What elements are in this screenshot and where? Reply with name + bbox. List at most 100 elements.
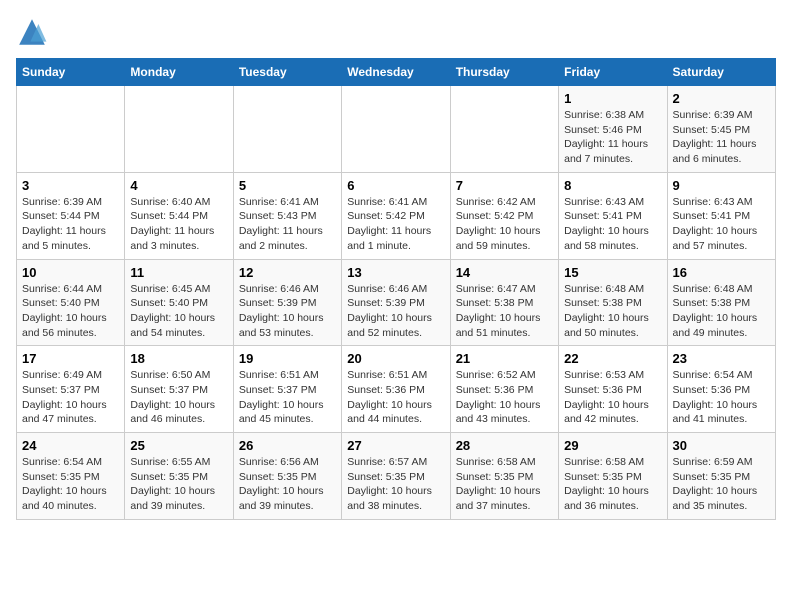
- day-number: 12: [239, 265, 336, 280]
- day-info: Sunrise: 6:39 AM Sunset: 5:45 PM Dayligh…: [673, 108, 770, 167]
- calendar-cell: [233, 86, 341, 173]
- calendar-cell: 8 Sunrise: 6:43 AM Sunset: 5:41 PM Daylig…: [559, 172, 667, 259]
- calendar-cell: 11 Sunrise: 6:45 AM Sunset: 5:40 PM Dayli…: [125, 259, 233, 346]
- header-thursday: Thursday: [450, 59, 558, 86]
- logo-icon: [16, 16, 48, 48]
- calendar-cell: 18 Sunrise: 6:50 AM Sunset: 5:37 PM Dayli…: [125, 346, 233, 433]
- week-row-4: 17 Sunrise: 6:49 AM Sunset: 5:37 PM Dayli…: [17, 346, 776, 433]
- day-number: 25: [130, 438, 227, 453]
- header-tuesday: Tuesday: [233, 59, 341, 86]
- page-header: [16, 16, 776, 48]
- day-info: Sunrise: 6:39 AM Sunset: 5:44 PM Dayligh…: [22, 195, 119, 254]
- day-number: 14: [456, 265, 553, 280]
- day-number: 30: [673, 438, 770, 453]
- calendar-cell: 7 Sunrise: 6:42 AM Sunset: 5:42 PM Daylig…: [450, 172, 558, 259]
- header-wednesday: Wednesday: [342, 59, 450, 86]
- day-number: 13: [347, 265, 444, 280]
- calendar-cell: 13 Sunrise: 6:46 AM Sunset: 5:39 PM Dayli…: [342, 259, 450, 346]
- week-row-1: 1Sunrise: 6:38 AM Sunset: 5:46 PM Daylig…: [17, 86, 776, 173]
- day-info: Sunrise: 6:58 AM Sunset: 5:35 PM Dayligh…: [564, 455, 661, 514]
- day-info: Sunrise: 6:40 AM Sunset: 5:44 PM Dayligh…: [130, 195, 227, 254]
- day-info: Sunrise: 6:43 AM Sunset: 5:41 PM Dayligh…: [673, 195, 770, 254]
- day-number: 1: [564, 91, 661, 106]
- day-number: 3: [22, 178, 119, 193]
- day-info: Sunrise: 6:46 AM Sunset: 5:39 PM Dayligh…: [347, 282, 444, 341]
- calendar-cell: 10 Sunrise: 6:44 AM Sunset: 5:40 PM Dayli…: [17, 259, 125, 346]
- day-info: Sunrise: 6:51 AM Sunset: 5:37 PM Dayligh…: [239, 368, 336, 427]
- day-info: Sunrise: 6:53 AM Sunset: 5:36 PM Dayligh…: [564, 368, 661, 427]
- day-number: 2: [673, 91, 770, 106]
- day-number: 11: [130, 265, 227, 280]
- day-number: 21: [456, 351, 553, 366]
- calendar-cell: 4Sunrise: 6:40 AM Sunset: 5:44 PM Daylig…: [125, 172, 233, 259]
- calendar-cell: 28 Sunrise: 6:58 AM Sunset: 5:35 PM Dayli…: [450, 433, 558, 520]
- day-info: Sunrise: 6:52 AM Sunset: 5:36 PM Dayligh…: [456, 368, 553, 427]
- day-number: 17: [22, 351, 119, 366]
- day-info: Sunrise: 6:46 AM Sunset: 5:39 PM Dayligh…: [239, 282, 336, 341]
- day-info: Sunrise: 6:55 AM Sunset: 5:35 PM Dayligh…: [130, 455, 227, 514]
- day-info: Sunrise: 6:51 AM Sunset: 5:36 PM Dayligh…: [347, 368, 444, 427]
- calendar-cell: 12 Sunrise: 6:46 AM Sunset: 5:39 PM Dayli…: [233, 259, 341, 346]
- calendar-cell: 21 Sunrise: 6:52 AM Sunset: 5:36 PM Dayli…: [450, 346, 558, 433]
- calendar-cell: 1Sunrise: 6:38 AM Sunset: 5:46 PM Daylig…: [559, 86, 667, 173]
- week-row-3: 10 Sunrise: 6:44 AM Sunset: 5:40 PM Dayli…: [17, 259, 776, 346]
- day-number: 24: [22, 438, 119, 453]
- day-info: Sunrise: 6:58 AM Sunset: 5:35 PM Dayligh…: [456, 455, 553, 514]
- header-monday: Monday: [125, 59, 233, 86]
- day-number: 27: [347, 438, 444, 453]
- day-info: Sunrise: 6:54 AM Sunset: 5:36 PM Dayligh…: [673, 368, 770, 427]
- calendar-cell: 30 Sunrise: 6:59 AM Sunset: 5:35 PM Dayli…: [667, 433, 775, 520]
- day-info: Sunrise: 6:42 AM Sunset: 5:42 PM Dayligh…: [456, 195, 553, 254]
- day-info: Sunrise: 6:50 AM Sunset: 5:37 PM Dayligh…: [130, 368, 227, 427]
- calendar-cell: [450, 86, 558, 173]
- day-number: 20: [347, 351, 444, 366]
- day-info: Sunrise: 6:45 AM Sunset: 5:40 PM Dayligh…: [130, 282, 227, 341]
- day-info: Sunrise: 6:47 AM Sunset: 5:38 PM Dayligh…: [456, 282, 553, 341]
- day-number: 10: [22, 265, 119, 280]
- calendar-cell: 15 Sunrise: 6:48 AM Sunset: 5:38 PM Dayli…: [559, 259, 667, 346]
- day-info: Sunrise: 6:54 AM Sunset: 5:35 PM Dayligh…: [22, 455, 119, 514]
- logo: [16, 16, 52, 48]
- day-info: Sunrise: 6:44 AM Sunset: 5:40 PM Dayligh…: [22, 282, 119, 341]
- day-info: Sunrise: 6:41 AM Sunset: 5:42 PM Dayligh…: [347, 195, 444, 254]
- header-row: SundayMondayTuesdayWednesdayThursdayFrid…: [17, 59, 776, 86]
- calendar-cell: 3 Sunrise: 6:39 AM Sunset: 5:44 PM Daylig…: [17, 172, 125, 259]
- calendar-cell: 29 Sunrise: 6:58 AM Sunset: 5:35 PM Dayli…: [559, 433, 667, 520]
- day-info: Sunrise: 6:57 AM Sunset: 5:35 PM Dayligh…: [347, 455, 444, 514]
- header-saturday: Saturday: [667, 59, 775, 86]
- header-friday: Friday: [559, 59, 667, 86]
- day-number: 15: [564, 265, 661, 280]
- week-row-2: 3 Sunrise: 6:39 AM Sunset: 5:44 PM Daylig…: [17, 172, 776, 259]
- calendar-cell: 23 Sunrise: 6:54 AM Sunset: 5:36 PM Dayli…: [667, 346, 775, 433]
- calendar-cell: 16 Sunrise: 6:48 AM Sunset: 5:38 PM Dayli…: [667, 259, 775, 346]
- day-info: Sunrise: 6:43 AM Sunset: 5:41 PM Dayligh…: [564, 195, 661, 254]
- calendar-table: SundayMondayTuesdayWednesdayThursdayFrid…: [16, 58, 776, 520]
- calendar-cell: [125, 86, 233, 173]
- calendar-cell: 17 Sunrise: 6:49 AM Sunset: 5:37 PM Dayli…: [17, 346, 125, 433]
- calendar-header: SundayMondayTuesdayWednesdayThursdayFrid…: [17, 59, 776, 86]
- day-number: 8: [564, 178, 661, 193]
- day-number: 23: [673, 351, 770, 366]
- week-row-5: 24 Sunrise: 6:54 AM Sunset: 5:35 PM Dayli…: [17, 433, 776, 520]
- calendar-cell: 9Sunrise: 6:43 AM Sunset: 5:41 PM Daylig…: [667, 172, 775, 259]
- day-number: 28: [456, 438, 553, 453]
- day-number: 29: [564, 438, 661, 453]
- day-info: Sunrise: 6:59 AM Sunset: 5:35 PM Dayligh…: [673, 455, 770, 514]
- day-number: 22: [564, 351, 661, 366]
- day-info: Sunrise: 6:48 AM Sunset: 5:38 PM Dayligh…: [673, 282, 770, 341]
- day-number: 7: [456, 178, 553, 193]
- day-info: Sunrise: 6:56 AM Sunset: 5:35 PM Dayligh…: [239, 455, 336, 514]
- day-number: 18: [130, 351, 227, 366]
- calendar-cell: 20 Sunrise: 6:51 AM Sunset: 5:36 PM Dayli…: [342, 346, 450, 433]
- header-sunday: Sunday: [17, 59, 125, 86]
- calendar-cell: 2 Sunrise: 6:39 AM Sunset: 5:45 PM Daylig…: [667, 86, 775, 173]
- day-number: 5: [239, 178, 336, 193]
- calendar-body: 1Sunrise: 6:38 AM Sunset: 5:46 PM Daylig…: [17, 86, 776, 520]
- calendar-cell: 26Sunrise: 6:56 AM Sunset: 5:35 PM Dayli…: [233, 433, 341, 520]
- day-info: Sunrise: 6:49 AM Sunset: 5:37 PM Dayligh…: [22, 368, 119, 427]
- day-number: 16: [673, 265, 770, 280]
- calendar-cell: 19Sunrise: 6:51 AM Sunset: 5:37 PM Dayli…: [233, 346, 341, 433]
- day-number: 6: [347, 178, 444, 193]
- day-info: Sunrise: 6:48 AM Sunset: 5:38 PM Dayligh…: [564, 282, 661, 341]
- calendar-cell: 27 Sunrise: 6:57 AM Sunset: 5:35 PM Dayli…: [342, 433, 450, 520]
